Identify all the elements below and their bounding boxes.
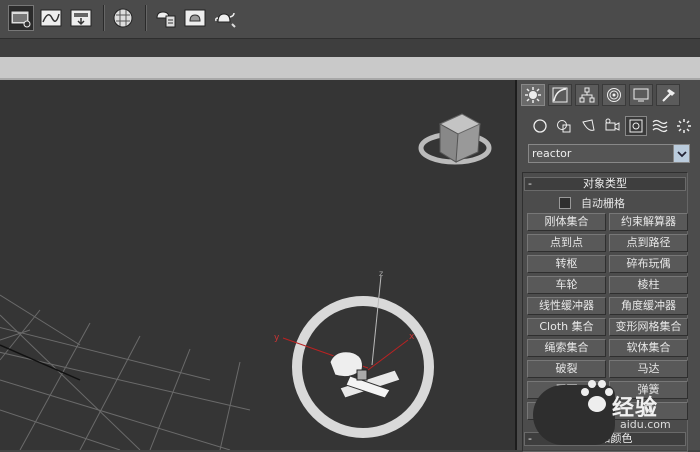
viewport-layout-icon[interactable] — [8, 5, 34, 31]
object-type-button[interactable]: 线性缓冲器 — [527, 297, 606, 315]
hierarchy-tab[interactable] — [575, 84, 599, 106]
object-type-button[interactable]: 车轮 — [527, 276, 606, 294]
object-type-button[interactable]: 变形网格集合 — [609, 318, 688, 336]
curve-editor-icon[interactable] — [38, 5, 64, 31]
object-type-button[interactable]: 转枢 — [527, 255, 606, 273]
toolbar-separator — [103, 5, 105, 31]
checkbox-box[interactable] — [559, 197, 571, 209]
axis-z-label: z — [379, 269, 383, 278]
ribbon-bar — [0, 57, 700, 80]
space-warps-icon[interactable] — [649, 116, 671, 136]
object-type-button[interactable]: 棱柱 — [609, 276, 688, 294]
rollout-collapse-icon: - — [528, 177, 532, 190]
monitor-icon — [633, 88, 649, 102]
secondary-toolbar — [0, 39, 700, 58]
toolbar-separator — [145, 5, 147, 31]
display-tab[interactable] — [629, 84, 653, 106]
geometry-icon[interactable] — [529, 116, 551, 136]
object-type-button[interactable]: 约束解算器 — [609, 213, 688, 231]
object-category-dropdown[interactable]: reactor — [528, 144, 690, 163]
object-type-button[interactable]: Cloth 集合 — [527, 318, 606, 336]
chevron-down-icon[interactable] — [673, 145, 689, 162]
rendered-frame-icon[interactable] — [182, 5, 208, 31]
autogrid-checkbox[interactable]: 自动栅格 — [559, 195, 625, 211]
perspective-viewport[interactable]: z y x — [0, 80, 517, 450]
autogrid-label: 自动栅格 — [581, 197, 625, 210]
object-type-button[interactable]: 点到路径 — [609, 234, 688, 252]
shapes-icon[interactable] — [553, 116, 575, 136]
systems-icon[interactable] — [673, 116, 695, 136]
viewcube[interactable] — [418, 113, 492, 165]
hierarchy-icon — [579, 87, 595, 103]
object-type-rollout-header[interactable]: - 对象类型 — [524, 177, 686, 191]
schematic-view-icon[interactable] — [68, 5, 94, 31]
render-teapot-icon[interactable] — [212, 5, 238, 31]
object-type-button[interactable]: 角度缓冲器 — [609, 297, 688, 315]
object-type-button[interactable]: 绳索集合 — [527, 339, 606, 357]
sun-icon — [525, 87, 541, 103]
object-type-button[interactable]: 刚体集合 — [527, 213, 606, 231]
main-toolbar — [0, 0, 700, 39]
helpers-icon[interactable] — [625, 116, 647, 136]
object-type-button[interactable]: 马达 — [609, 360, 688, 378]
rollout-collapse-icon: - — [528, 432, 532, 445]
hammer-icon — [662, 89, 675, 102]
toolbar-group — [8, 3, 242, 33]
create-tab[interactable] — [521, 84, 545, 106]
render-setup-icon[interactable] — [152, 5, 178, 31]
motion-icon — [607, 88, 621, 102]
watermark-url: aidu.com — [620, 418, 671, 431]
modify-curve-icon — [552, 87, 568, 103]
modify-tab[interactable] — [548, 84, 572, 106]
viewport-scene: z y x — [0, 113, 492, 450]
object-type-button[interactable]: 软体集合 — [609, 339, 688, 357]
command-panel-tabs — [521, 84, 683, 106]
axis-y-label: y — [274, 333, 280, 343]
lights-icon[interactable] — [577, 116, 599, 136]
create-categories — [529, 116, 697, 136]
selected-object-gizmo[interactable] — [282, 275, 434, 438]
ground-grid — [0, 294, 251, 450]
dropdown-value: reactor — [532, 147, 572, 160]
utilities-tab[interactable] — [656, 84, 680, 106]
object-type-button[interactable]: 点到点 — [527, 234, 606, 252]
rollout-title: 对象类型 — [583, 177, 627, 190]
material-editor-icon[interactable] — [110, 5, 136, 31]
object-type-button[interactable]: 碎布玩偶 — [609, 255, 688, 273]
cameras-icon[interactable] — [601, 116, 623, 136]
axis-x-label: x — [409, 332, 415, 342]
motion-tab[interactable] — [602, 84, 626, 106]
